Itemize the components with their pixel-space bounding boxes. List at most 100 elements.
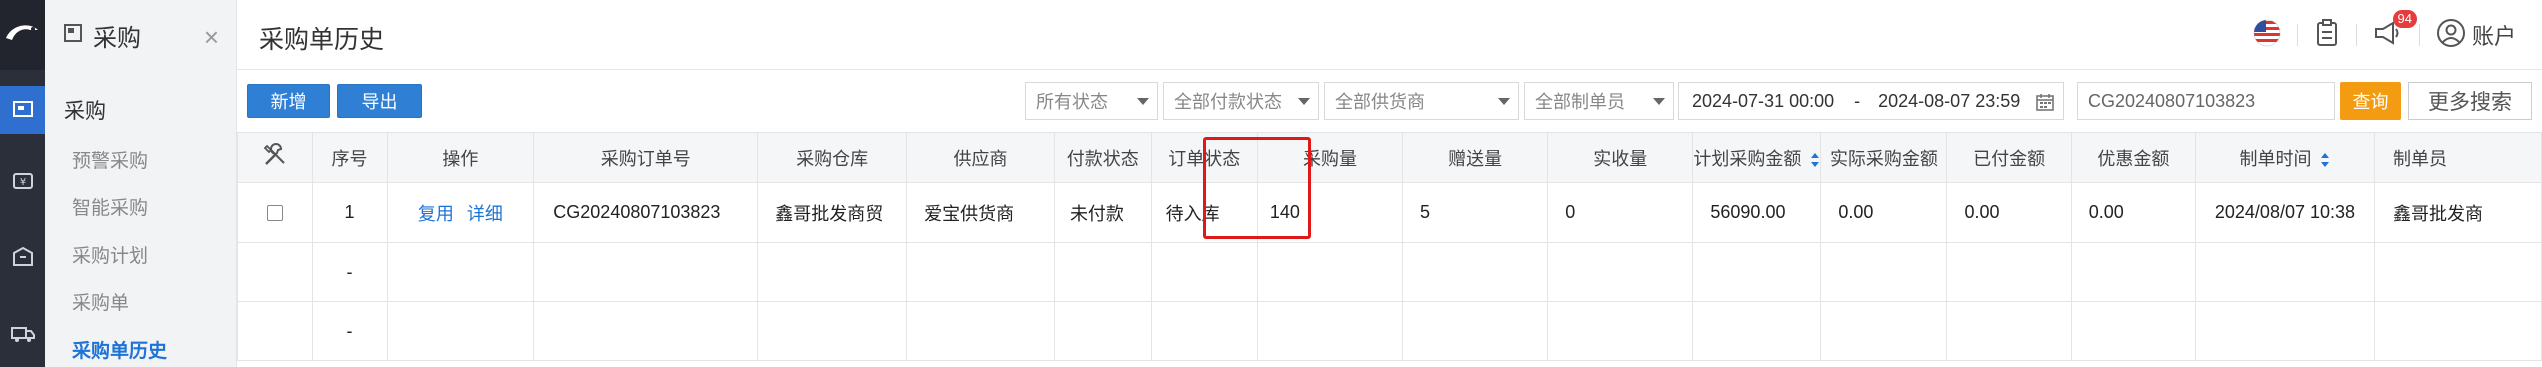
cell-empty (1820, 301, 1948, 361)
cell-empty (2070, 301, 2196, 361)
cell-empty (386, 301, 535, 361)
sidebar-item-purchase-plan[interactable]: 采购计划 (72, 241, 148, 268)
cell-empty (1053, 301, 1152, 361)
cell-empty (906, 301, 1055, 361)
date-end[interactable]: 2024-08-07 23:59 (1878, 91, 2020, 112)
column-header-pay-status[interactable]: 付款状态 (1053, 132, 1152, 183)
cell-gift-qty: 5 (1402, 182, 1549, 243)
date-start[interactable]: 2024-07-31 00:00 (1692, 91, 1834, 112)
cell-seq: 1 (311, 182, 388, 243)
sidebar-item-smart-purchase[interactable]: 智能采购 (72, 193, 148, 220)
reuse-link[interactable]: 复用 (418, 204, 454, 224)
cell-empty (1692, 242, 1822, 302)
chevron-down-icon (1137, 98, 1149, 105)
header-actions: 94 账户 (2253, 0, 2542, 70)
column-header-paid-amount[interactable]: 已付金额 (1946, 132, 2072, 183)
cell-empty (533, 301, 759, 361)
nav-finance-icon[interactable]: ¥ (0, 157, 45, 205)
cell-planned-amount: 56090.00 (1692, 182, 1822, 243)
column-header-actual-amount[interactable]: 实际采购金额 (1820, 132, 1948, 183)
cell-pay-status: 未付款 (1053, 182, 1152, 243)
app-logo[interactable] (0, 0, 45, 70)
sidebar-item-purchase-history[interactable]: 采购单历史 (72, 336, 167, 363)
sidebar-close-button[interactable]: × (204, 22, 219, 53)
status-select[interactable]: 所有状态 (1025, 82, 1158, 120)
cell-received: 0 (1547, 182, 1694, 243)
payment-status-select[interactable]: 全部付款状态 (1163, 82, 1319, 120)
column-settings-header[interactable] (237, 132, 313, 183)
creator-select[interactable]: 全部制单员 (1524, 82, 1674, 120)
cell-empty (2194, 242, 2375, 302)
nav-delivery-icon[interactable] (0, 310, 45, 358)
toolbar: 新增 导出 所有状态 全部付款状态 全部供货商 全部制单员 2024-07-31… (237, 70, 2542, 132)
tools-icon[interactable] (261, 143, 289, 173)
clipboard-icon[interactable] (2314, 18, 2340, 52)
page-title: 采购单历史 (259, 26, 385, 54)
cell-empty (1402, 301, 1549, 361)
creator-select-value: 全部制单员 (1535, 92, 1625, 112)
order-search-input[interactable]: CG20240807103823 (2077, 82, 2335, 120)
column-header-gift-qty[interactable]: 赠送量 (1402, 132, 1549, 183)
column-header-order-no[interactable]: 采购订单号 (533, 132, 759, 183)
cell-empty (1946, 301, 2072, 361)
row-checkbox-cell[interactable] (237, 182, 313, 243)
svg-text:¥: ¥ (19, 177, 25, 188)
purchase-history-table: 序号 操作 采购订单号 采购仓库 供应商 付款状态 订单状态 采购量 赠送量 实… (237, 132, 2542, 367)
cell-op: 复用 详细 (386, 182, 535, 243)
chevron-down-icon (1298, 98, 1310, 105)
column-header-received[interactable]: 实收量 (1547, 132, 1694, 183)
column-header-creator[interactable]: 制单员 (2373, 132, 2542, 183)
cell-qty: 140 (1256, 182, 1404, 243)
column-header-discount[interactable]: 优惠金额 (2070, 132, 2196, 183)
sort-icon[interactable] (2320, 152, 2330, 168)
new-button[interactable]: 新增 (247, 84, 330, 118)
date-range-picker[interactable]: 2024-07-31 00:00 - 2024-08-07 23:59 (1678, 82, 2064, 120)
cell-discount: 0.00 (2070, 182, 2196, 243)
sidebar-item-alert-purchase[interactable]: 预警采购 (72, 146, 148, 173)
cell-empty (1150, 242, 1258, 302)
table-row: - (237, 242, 2542, 302)
divider (2355, 24, 2357, 46)
calendar-icon[interactable] (2035, 92, 2055, 117)
purchase-module-icon (63, 23, 83, 48)
column-header-qty[interactable]: 采购量 (1256, 132, 1404, 183)
supplier-select[interactable]: 全部供货商 (1324, 82, 1519, 120)
supplier-select-value: 全部供货商 (1335, 92, 1425, 112)
sidebar-title: 采购 (93, 24, 141, 52)
notification-badge: 94 (2392, 9, 2417, 28)
column-header-created-time[interactable]: 制单时间 (2194, 132, 2375, 183)
export-button[interactable]: 导出 (337, 84, 422, 118)
cell-actual-amount: 0.00 (1820, 182, 1948, 243)
more-search-button[interactable]: 更多搜索 (2408, 82, 2532, 120)
language-flag-icon[interactable] (2253, 19, 2281, 52)
cell-empty (1547, 242, 1694, 302)
cell-empty (2070, 242, 2196, 302)
cell-supplier: 爱宝供货商 (906, 182, 1055, 243)
table-row[interactable]: 1 复用 详细 CG20240807103823 鑫哥批发商贸 爱宝供货商 未付… (237, 182, 2542, 243)
query-button[interactable]: 查询 (2340, 82, 2401, 120)
column-header-warehouse[interactable]: 采购仓库 (757, 132, 908, 183)
notification-button[interactable]: 94 (2373, 9, 2417, 52)
cell-empty (2373, 242, 2542, 302)
column-header-created-time-label: 制单时间 (2239, 148, 2312, 169)
column-header-supplier[interactable]: 供应商 (906, 132, 1055, 183)
icon-rail: ¥ (0, 0, 45, 367)
cell-empty (237, 242, 313, 302)
detail-link[interactable]: 详细 (467, 204, 503, 224)
sidebar-group-purchase[interactable]: 采购 (64, 95, 106, 125)
row-checkbox[interactable] (266, 205, 283, 222)
nav-purchase-icon[interactable] (0, 86, 45, 134)
cell-empty (1256, 301, 1404, 361)
cell-empty (533, 242, 759, 302)
data-table: 序号 操作 采购订单号 采购仓库 供应商 付款状态 订单状态 采购量 赠送量 实… (237, 132, 2542, 361)
user-icon (2436, 18, 2466, 53)
sort-icon[interactable] (1810, 152, 1820, 168)
account-menu[interactable]: 账户 (2436, 18, 2516, 53)
column-header-planned-amount[interactable]: 计划采购金额 (1692, 132, 1822, 183)
cell-empty (386, 242, 535, 302)
nav-inventory-icon[interactable] (0, 233, 45, 281)
sidebar-item-purchase-order[interactable]: 采购单 (72, 288, 129, 315)
chevron-down-icon (1498, 98, 1510, 105)
column-header-order-status[interactable]: 订单状态 (1150, 132, 1258, 183)
cell-empty (757, 242, 908, 302)
